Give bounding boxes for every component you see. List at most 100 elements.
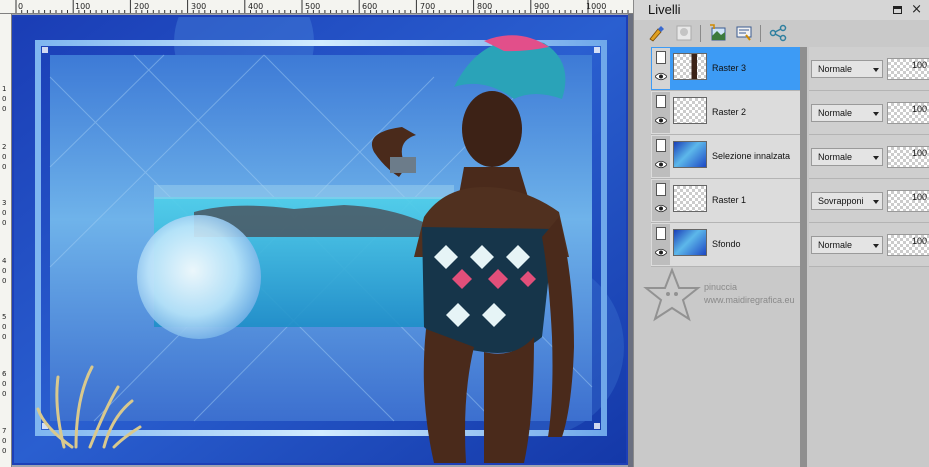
new-layer-icon[interactable] [708,23,728,43]
ruler-digit: 0 [2,153,7,161]
opacity-value: 100 [911,192,927,202]
opacity-value: 100 [911,148,927,158]
watermark-url: www.maidiregrafica.eu [704,295,795,305]
ruler-digit: 4 [2,257,7,265]
layer-toggles [652,136,670,177]
layer-name: Raster 1 [712,195,747,205]
layer-thumbnail [673,97,707,124]
blend-mode-value: Sovrapponi [818,196,864,206]
layer-toggles [652,92,670,133]
layer-row-raster-1[interactable]: Raster 1 [651,179,801,223]
ruler-digit: 0 [2,380,7,388]
panel-header: Livelli × [634,0,929,20]
artwork [14,17,626,463]
opacity-field[interactable]: 100 [887,102,929,124]
properties-icon[interactable] [734,23,754,43]
blend-mode-value: Normale [818,64,853,74]
ruler-digit: 0 [2,95,7,103]
ruler-digit: 0 [2,209,7,217]
mask-icon[interactable] [674,23,694,43]
blend-mode-select[interactable]: Normale [811,148,883,166]
document-image[interactable] [12,15,628,465]
horizontal-ruler: 0 100 200 300 400 500 600 700 800 900 10… [0,0,633,14]
layer-toggles [652,180,670,221]
ruler-digit: 0 [2,437,7,445]
ruler-digit: 0 [2,333,7,341]
layer-thumbnail [673,229,707,256]
chevron-down-icon [873,156,879,160]
ruler-digit: 0 [2,105,7,113]
layer-row-raster-3[interactable]: Raster 3 [651,47,801,91]
opacity-field[interactable]: 100 [887,146,929,168]
eye-icon[interactable] [655,204,667,213]
chevron-down-icon [873,68,879,72]
layer-props-row: Normale 100 [809,223,929,267]
layer-name: Selezione innalzata [712,151,791,161]
close-icon[interactable]: × [911,2,922,17]
ruler-digit: 0 [2,277,7,285]
layer-name: Raster 3 [712,63,747,73]
paint-brush-icon[interactable] [646,23,666,43]
star-logo-icon [643,267,701,322]
toolbar-separator [700,25,701,42]
layer-thumbnail [673,53,707,80]
layer-page-icon[interactable] [656,51,666,64]
ruler-digit: 0 [2,163,7,171]
ruler-digit: 0 [2,390,7,398]
eye-icon[interactable] [655,248,667,257]
panel-title: Livelli [648,2,681,17]
document-canvas-area[interactable]: 0 100 200 300 400 500 600 700 800 900 10… [0,0,633,467]
blend-mode-select[interactable]: Sovrapponi [811,192,883,210]
ruler-digit: 6 [2,370,7,378]
layers-panel: Livelli × Raster 3 Raster 2 Selezione in… [633,0,929,467]
layer-thumbnail [673,185,707,212]
layer-toggles [652,48,670,89]
blend-mode-select[interactable]: Normale [811,104,883,122]
panel-menu-icon[interactable] [893,6,902,14]
ruler-digit: 0 [2,219,7,227]
ruler-ticks [15,0,629,13]
watermark: pinuccia www.maidiregrafica.eu [642,266,812,326]
layers-scrollbar[interactable] [800,47,807,467]
blend-mode-select[interactable]: Normale [811,236,883,254]
layer-row-raster-2[interactable]: Raster 2 [651,91,801,135]
layer-toggles [652,224,670,265]
ruler-digit: 0 [2,447,7,455]
layer-thumbnail [673,141,707,168]
opacity-field[interactable]: 100 [887,58,929,80]
blend-mode-value: Normale [818,152,853,162]
layer-row-sfondo[interactable]: Sfondo [651,223,801,267]
layer-list: Raster 3 Raster 2 Selezione innalzata Ra… [651,47,801,267]
eye-icon[interactable] [655,116,667,125]
layer-row-selezione-innalzata[interactable]: Selezione innalzata [651,135,801,179]
ruler-digit: 2 [2,143,7,151]
eye-icon[interactable] [655,160,667,169]
ruler-digit: 3 [2,199,7,207]
chevron-down-icon [873,244,879,248]
layer-name: Sfondo [712,239,741,249]
layer-props-row: Normale 100 [809,91,929,135]
chevron-down-icon [873,200,879,204]
layer-props-row: Normale 100 [809,135,929,179]
ruler-digit: 0 [2,323,7,331]
vertical-ruler: 1 0 0 2 0 0 3 0 0 4 0 0 5 0 0 6 0 0 7 0 … [0,14,12,467]
ruler-digit: 1 [2,85,7,93]
layer-page-icon[interactable] [656,227,666,240]
layer-page-icon[interactable] [656,139,666,152]
layer-page-icon[interactable] [656,95,666,108]
layer-props-row: Sovrapponi 100 [809,179,929,223]
watermark-brand: pinuccia [704,282,738,292]
chevron-down-icon [873,112,879,116]
ruler-digit: 7 [2,427,7,435]
layers-toolbar [634,22,929,46]
ruler-digit: 5 [2,313,7,321]
blend-mode-value: Normale [818,108,853,118]
opacity-field[interactable]: 100 [887,190,929,212]
link-icon[interactable] [768,23,788,43]
blend-mode-select[interactable]: Normale [811,60,883,78]
opacity-value: 100 [911,104,927,114]
layer-page-icon[interactable] [656,183,666,196]
eye-icon[interactable] [655,72,667,81]
opacity-field[interactable]: 100 [887,234,929,256]
ruler-digit: 0 [2,267,7,275]
